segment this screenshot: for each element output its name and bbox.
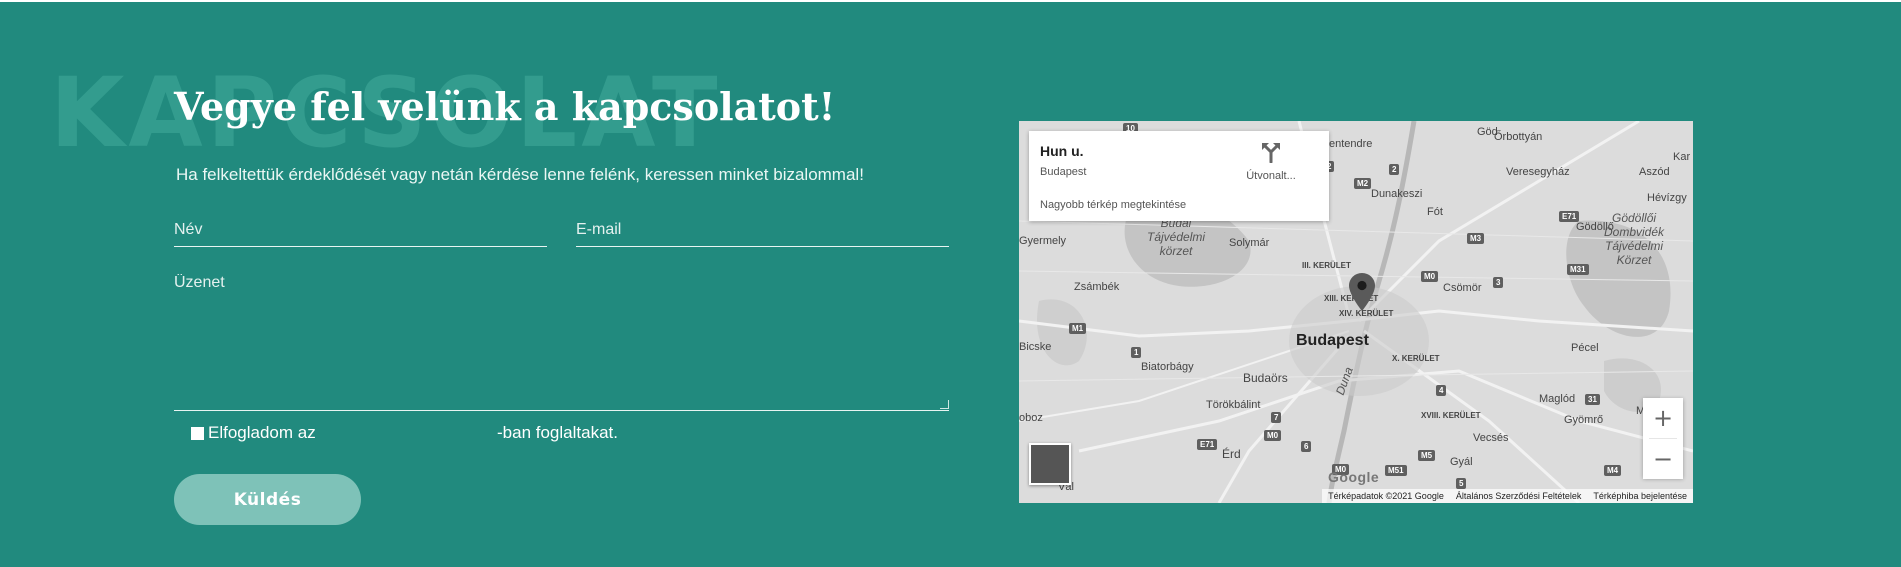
map-label: Gyál	[1450, 456, 1473, 468]
map-label: Aszód	[1639, 166, 1670, 178]
map-label: XVIII. KERÜLET	[1421, 411, 1481, 420]
satellite-toggle[interactable]	[1029, 443, 1071, 485]
road-shield: 2	[1389, 164, 1400, 175]
consent-checkbox[interactable]	[191, 426, 204, 440]
road-shield: 4	[1436, 385, 1447, 396]
map-label: Solymár	[1229, 237, 1270, 249]
road-shield: 1	[1131, 347, 1142, 358]
page-title: Vegye fel velünk a kapcsolatot!	[174, 84, 836, 129]
location-pin-icon[interactable]	[1349, 273, 1375, 311]
road-shield: M4	[1604, 465, 1622, 476]
directions-button[interactable]: Útvonalt...	[1241, 141, 1301, 182]
road-shield: M0	[1264, 430, 1282, 441]
email-input[interactable]	[576, 214, 949, 246]
directions-label: Útvonalt...	[1246, 170, 1296, 182]
message-field-wrapper	[174, 274, 949, 411]
consent-label[interactable]: Elfogladom az	[191, 423, 316, 443]
map-label: Budapest	[1296, 332, 1369, 349]
road-shield: 6	[1301, 441, 1312, 452]
map-label: Biatorbágy	[1141, 361, 1194, 373]
map-label: Törökbálint	[1206, 399, 1261, 411]
zoom-in-button[interactable]: +	[1643, 398, 1683, 438]
road-shield: M31	[1567, 264, 1589, 275]
map-label: Csömör	[1443, 282, 1482, 294]
map-label: III. KERÜLET	[1302, 261, 1351, 270]
map-report-link[interactable]: Térképhiba bejelentése	[1593, 491, 1687, 501]
road-shield: 3	[1493, 277, 1504, 288]
map-footer: Térképadatok ©2021 Google Általános Szer…	[1322, 489, 1693, 503]
map-label: entendre	[1329, 138, 1373, 150]
page-subtitle: Ha felkeltettük érdeklődését vagy netán …	[176, 165, 864, 184]
map-label: Maglód	[1539, 393, 1576, 405]
road-shield: E71	[1559, 211, 1580, 222]
map-label: Fót	[1427, 206, 1443, 218]
place-info-card: Hun u. Budapest Nagyobb térkép megtekint…	[1029, 131, 1329, 221]
map-label: Hévízgy	[1647, 192, 1687, 204]
map-label: Zsámbék	[1074, 281, 1120, 293]
map-label: Dunakeszi	[1371, 188, 1423, 200]
map-label: Gyermely	[1019, 235, 1067, 247]
road-shield: M0	[1421, 271, 1439, 282]
consent-tail-text: -ban foglaltakat.	[497, 423, 618, 442]
google-logo: Google	[1328, 469, 1380, 485]
map-label: Érd	[1222, 447, 1241, 461]
map-label: Vecsés	[1473, 432, 1509, 444]
map-label: X. KERÜLET	[1392, 354, 1440, 363]
map-data-credit: Térképadatok ©2021 Google	[1328, 491, 1444, 501]
name-input[interactable]	[174, 214, 547, 246]
map-label: Budai Tájvédelmi körzet	[1147, 216, 1206, 258]
place-address: Budapest	[1040, 166, 1087, 178]
message-textarea[interactable]	[174, 274, 949, 410]
place-title: Hun u.	[1040, 143, 1084, 159]
google-map[interactable]: Göd Őrbottyán entendre Kar Veresegyház A…	[1019, 121, 1693, 503]
email-field-wrapper	[576, 214, 949, 247]
larger-map-link[interactable]: Nagyobb térkép megtekintése	[1040, 199, 1186, 211]
road-shield: M3	[1467, 233, 1485, 244]
road-shield: M5	[1418, 450, 1436, 461]
map-label: Kar	[1673, 151, 1691, 163]
submit-button[interactable]: Küldés	[174, 474, 361, 525]
road-shield: M2	[1354, 178, 1372, 189]
zoom-out-button[interactable]: −	[1643, 439, 1683, 479]
consent-text: Elfogladom az	[208, 423, 316, 442]
map-label: Budaörs	[1243, 371, 1288, 385]
road-shield: 5	[1456, 478, 1467, 489]
map-label: Bicske	[1019, 341, 1052, 353]
map-terms-link[interactable]: Általános Szerződési Feltételek	[1456, 491, 1582, 501]
name-field-wrapper	[174, 214, 547, 247]
resize-handle-icon[interactable]	[940, 400, 949, 409]
map-label: Gyömrő	[1564, 414, 1604, 426]
road-shield: M1	[1069, 323, 1087, 334]
road-shield: 7	[1271, 412, 1282, 423]
map-label: Gödöllői Dombvidék Tájvédelmi Körzet	[1604, 211, 1665, 267]
road-shield: 31	[1585, 394, 1600, 405]
map-label: Pécel	[1571, 342, 1599, 354]
map-label: Veresegyház	[1506, 166, 1570, 178]
road-shield: M51	[1385, 465, 1407, 476]
directions-icon	[1262, 143, 1280, 164]
contact-section: KAPCSOLAT Vegye fel velünk a kapcsolatot…	[0, 0, 1901, 567]
map-label: Őrbottyán	[1494, 131, 1543, 143]
zoom-control: + −	[1643, 398, 1683, 479]
map-label: oboz	[1019, 412, 1043, 424]
road-shield: E71	[1197, 439, 1218, 450]
